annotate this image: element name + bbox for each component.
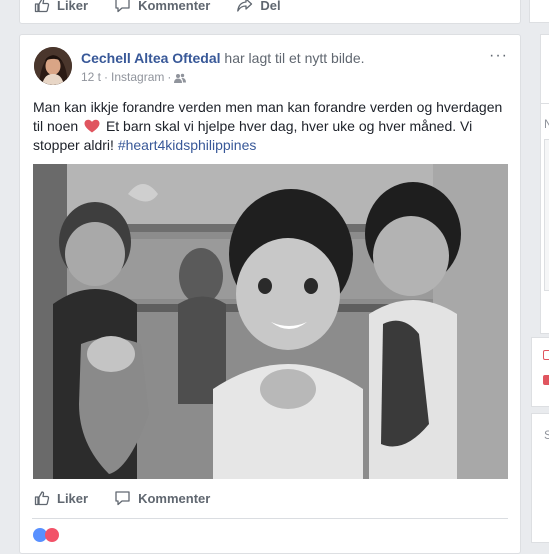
right-sidebar-letter-s: S: [544, 428, 549, 442]
comment-icon: [115, 0, 130, 13]
thumbs-up-icon: [34, 491, 50, 506]
comment-label: Kommenter: [138, 0, 211, 13]
hashtag-link[interactable]: #heart4kidsphilippines: [118, 137, 257, 153]
right-sidebar-card-top: [529, 0, 549, 23]
post-card: Cechell Altea Oftedal har lagt til et ny…: [19, 34, 521, 554]
right-sidebar-card-2: [531, 337, 549, 407]
comment-button[interactable]: Kommenter: [114, 0, 210, 13]
right-sidebar-box[interactable]: [544, 139, 549, 291]
post-text: Man kan ikkje forandre verden men man ka…: [33, 98, 507, 155]
post-source[interactable]: Instagram: [111, 70, 164, 84]
right-sidebar-card: N: [540, 34, 549, 334]
meta-separator: ·: [104, 70, 109, 84]
gift-icon: [543, 375, 549, 385]
friends-icon[interactable]: [174, 73, 187, 83]
post-timestamp[interactable]: 12 t: [81, 70, 101, 84]
share-label: Del: [260, 0, 281, 13]
comment-label: Kommenter: [138, 490, 211, 506]
children-photo: [33, 164, 508, 479]
post-actions: Liker Kommenter: [34, 490, 236, 506]
comment-button[interactable]: Kommenter: [114, 490, 210, 506]
thumbs-up-icon: [34, 0, 50, 13]
post-header-line: Cechell Altea Oftedal har lagt til et ny…: [81, 50, 365, 66]
share-button[interactable]: Del: [236, 0, 281, 13]
post-meta: 12 t · Instagram ·: [81, 70, 187, 84]
calendar-icon: [543, 350, 549, 360]
avatar[interactable]: [34, 47, 72, 85]
avatar-image: [34, 47, 72, 85]
meta-separator-2: ·: [167, 70, 172, 84]
previous-post-card: Liker Kommenter Del: [19, 0, 521, 24]
more-options-icon[interactable]: ···: [489, 47, 508, 65]
reaction-icons: [33, 528, 67, 542]
previous-post-actions: Liker Kommenter Del: [34, 0, 307, 13]
actions-divider: [32, 518, 508, 519]
like-button[interactable]: Liker: [34, 490, 88, 506]
right-sidebar-divider: [541, 103, 549, 104]
like-label: Liker: [57, 490, 89, 506]
comment-icon: [115, 491, 130, 506]
post-action-text: har lagt til et nytt bilde.: [224, 50, 365, 66]
reaction-love-icon: [45, 528, 59, 542]
like-button[interactable]: Liker: [34, 0, 88, 13]
author-name[interactable]: Cechell Altea Oftedal: [81, 50, 221, 66]
post-photo[interactable]: [33, 164, 508, 479]
heart-icon: [84, 119, 100, 133]
like-label: Liker: [57, 0, 89, 13]
right-sidebar-card-3: S: [531, 413, 549, 543]
right-sidebar-letter: N: [544, 117, 549, 131]
share-icon: [237, 0, 253, 12]
